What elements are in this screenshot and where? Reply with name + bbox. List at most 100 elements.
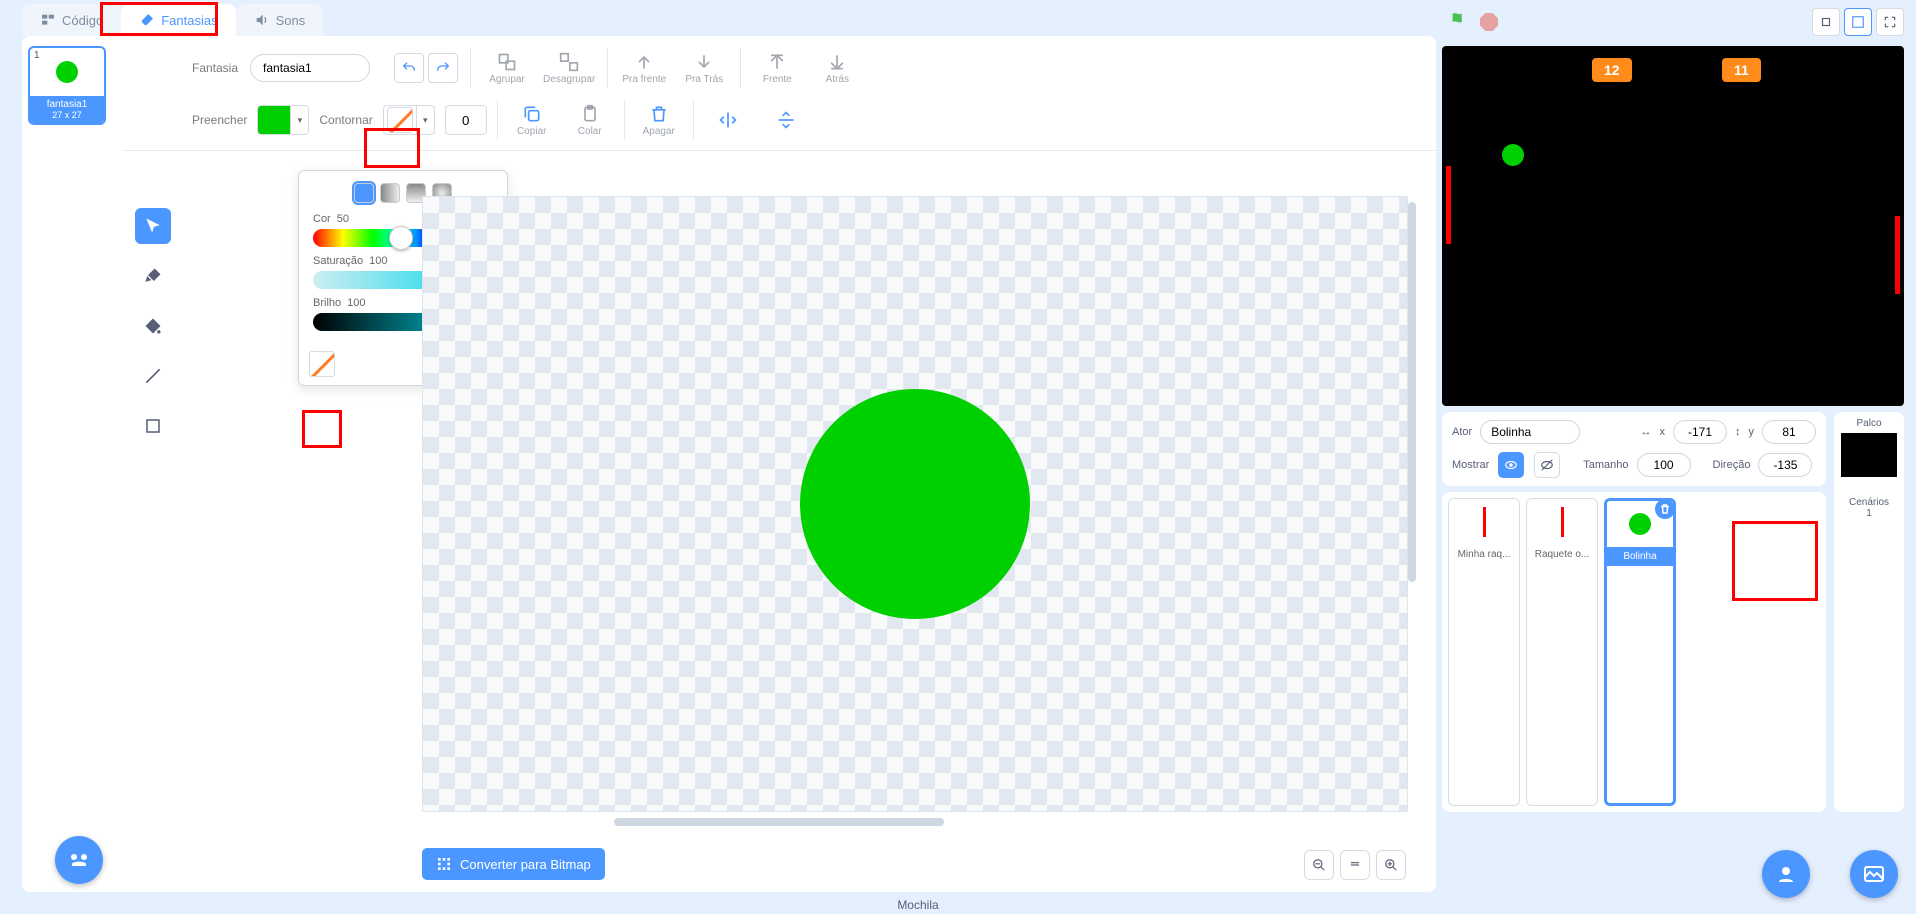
add-sprite-fab[interactable] (1762, 850, 1810, 898)
bitmap-icon (436, 856, 452, 872)
no-outline-icon (387, 107, 413, 133)
sprite-info-panel: Ator ↔ x ↕ y Mostrar Tamanho Direção (1442, 412, 1826, 486)
sound-icon (254, 12, 270, 28)
costume-dims: 27 x 27 (32, 110, 102, 120)
divider (624, 100, 625, 140)
stage-paddle-right (1895, 216, 1900, 294)
no-color-button[interactable] (309, 351, 335, 377)
fill-mode-solid[interactable] (354, 183, 374, 203)
fill-label: Preencher (192, 113, 247, 127)
rect-tool[interactable] (135, 408, 171, 444)
blocks-icon (40, 12, 56, 28)
back-button[interactable]: Atrás (813, 52, 861, 85)
stage-panel[interactable]: Palco Cenários 1 (1834, 412, 1904, 812)
tab-costumes[interactable]: Fantasias (121, 4, 235, 36)
brush-icon (139, 12, 155, 28)
costume-name: fantasia1 (47, 99, 88, 110)
sprite-card-minha-raquete[interactable]: Minha raq... (1448, 498, 1520, 806)
tab-sounds[interactable]: Sons (236, 4, 324, 36)
delete-button[interactable]: Apagar (635, 104, 683, 137)
outline-label: Contornar (319, 113, 372, 127)
redo-button[interactable] (428, 53, 458, 83)
backdrops-count: 1 (1840, 508, 1898, 519)
sprite-direction-input[interactable] (1758, 453, 1812, 477)
fill-mode-horizontal[interactable] (380, 183, 400, 203)
stage-thumb (1841, 433, 1897, 477)
canvas-horizontal-scrollbar[interactable] (614, 818, 944, 826)
add-backdrop-fab[interactable] (1850, 850, 1898, 898)
green-flag-button[interactable] (1448, 10, 1470, 35)
sprite-card-raquete-oponente[interactable]: Raquete o... (1526, 498, 1598, 806)
zoom-reset-button[interactable] (1340, 850, 1370, 880)
brush-tool[interactable] (135, 258, 171, 294)
sprite-name-input[interactable] (1480, 420, 1580, 444)
fill-tool[interactable] (135, 308, 171, 344)
tab-label: Código (62, 13, 103, 28)
actor-label: Ator (1452, 426, 1472, 438)
stage-large-button[interactable] (1844, 8, 1872, 36)
zoom-out-button[interactable] (1304, 850, 1334, 880)
sprite-card-bolinha[interactable]: Bolinha (1604, 498, 1676, 806)
stage-panel-title: Palco (1840, 418, 1898, 429)
select-tool[interactable] (135, 208, 171, 244)
canvas-vertical-scrollbar[interactable] (1406, 202, 1416, 802)
copy-button[interactable]: Copiar (508, 104, 556, 137)
flip-horizontal-button[interactable] (704, 110, 752, 130)
show-sprite-button[interactable] (1498, 452, 1524, 478)
sprite-size-input[interactable] (1637, 453, 1691, 477)
backpack-bar[interactable]: Mochila (400, 898, 1436, 912)
forward-button[interactable]: Pra frente (620, 52, 668, 85)
sprite-x-input[interactable] (1673, 420, 1727, 444)
front-button[interactable]: Frente (753, 52, 801, 85)
backward-button[interactable]: Pra Trás (680, 52, 728, 85)
add-costume-fab[interactable] (55, 836, 103, 884)
backdrops-label: Cenários (1840, 497, 1898, 508)
show-label: Mostrar (1452, 459, 1489, 471)
costume-editor: 1 fantasia1 27 x 27 Fantasia Agrupar Des… (22, 36, 1436, 892)
delete-sprite-button[interactable] (1655, 499, 1675, 519)
outline-swatch[interactable]: ▾ (383, 105, 435, 135)
divider (470, 48, 471, 88)
sprite-list: Minha raq... Raquete o... Bolinha (1442, 492, 1826, 812)
drawing-canvas[interactable] (422, 196, 1408, 812)
tab-label: Fantasias (161, 13, 217, 28)
line-tool[interactable] (135, 358, 171, 394)
paste-button[interactable]: Colar (566, 104, 614, 137)
divider (497, 100, 498, 140)
undo-button[interactable] (394, 53, 424, 83)
stage-paddle-left (1446, 166, 1451, 244)
costume-index: 1 (34, 50, 40, 61)
costume-name-label: Fantasia (192, 61, 238, 75)
costume-preview-dot (56, 61, 78, 83)
stop-button[interactable] (1480, 13, 1498, 31)
divider (607, 48, 608, 88)
costume-name-input[interactable] (250, 54, 370, 82)
tab-code[interactable]: Código (22, 4, 121, 36)
direction-label: Direção (1713, 459, 1751, 471)
flip-vertical-button[interactable] (762, 110, 810, 130)
costume-thumb-selected[interactable]: 1 fantasia1 27 x 27 (28, 46, 106, 125)
group-button[interactable]: Agrupar (483, 52, 531, 85)
size-label: Tamanho (1583, 459, 1628, 471)
score-right: 11 (1722, 58, 1761, 82)
stage-preview: 12 11 (1442, 46, 1904, 406)
annotation-nocolor-highlight (302, 410, 342, 448)
ungroup-button[interactable]: Desagrupar (543, 52, 595, 85)
costume-list: 1 fantasia1 27 x 27 (28, 46, 116, 125)
x-label: x (1660, 426, 1666, 438)
stage-ball (1502, 144, 1524, 166)
divider (740, 48, 741, 88)
fill-swatch[interactable]: ▾ (257, 105, 309, 135)
hide-sprite-button[interactable] (1534, 452, 1560, 478)
stage-small-button[interactable] (1812, 8, 1840, 36)
convert-bitmap-button[interactable]: Converter para Bitmap (422, 848, 605, 880)
sprite-y-input[interactable] (1762, 420, 1816, 444)
drawn-green-circle (800, 389, 1030, 619)
y-label: y (1749, 426, 1755, 438)
outline-width-input[interactable] (445, 105, 487, 135)
zoom-in-button[interactable] (1376, 850, 1406, 880)
score-left: 12 (1592, 58, 1632, 82)
tab-label: Sons (276, 13, 306, 28)
divider (693, 100, 694, 140)
fullscreen-button[interactable] (1876, 8, 1904, 36)
